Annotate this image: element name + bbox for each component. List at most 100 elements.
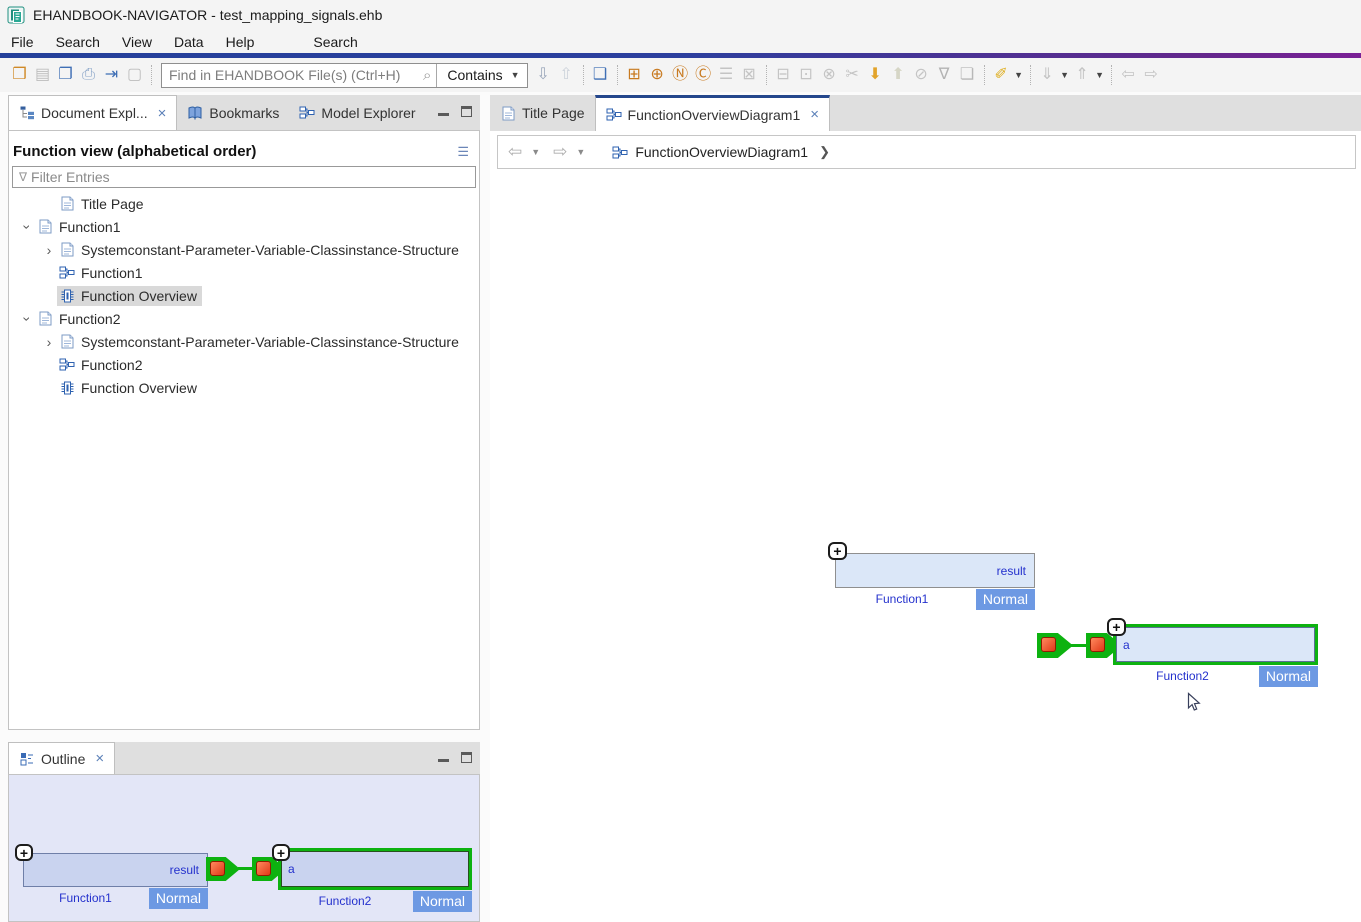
document-icon bbox=[59, 242, 75, 257]
export-diagram-icon[interactable]: ⊘ bbox=[910, 64, 933, 86]
tab-model-explorer[interactable]: Model Explorer bbox=[289, 95, 425, 130]
remove-diagram-icon[interactable]: ⊗ bbox=[818, 64, 841, 86]
menu-data[interactable]: Data bbox=[163, 32, 215, 52]
open-file-icon[interactable]: ❒ bbox=[8, 64, 31, 86]
outline-tab-strip: Outline × bbox=[8, 742, 480, 775]
properties-view-icon[interactable]: ❑ bbox=[589, 64, 612, 86]
function2-block-mini[interactable]: a bbox=[278, 848, 472, 890]
tab-bookmarks[interactable]: Bookmarks bbox=[177, 95, 289, 130]
chevron-down-icon[interactable] bbox=[19, 219, 35, 235]
maximize-icon[interactable] bbox=[461, 106, 472, 117]
view-menu-icon[interactable]: ☰ bbox=[457, 144, 469, 160]
expand-plus-button[interactable]: + bbox=[1107, 618, 1126, 636]
function1-block-mini[interactable]: result bbox=[23, 853, 208, 887]
port-label-a[interactable]: a bbox=[1123, 638, 1130, 652]
document-icon bbox=[37, 219, 53, 234]
open-handbook-icon[interactable]: ❐ bbox=[54, 64, 77, 86]
chevron-down-icon[interactable]: ▼ bbox=[1013, 70, 1025, 80]
filter-input[interactable] bbox=[31, 169, 475, 185]
tree-item-function1[interactable]: Function1 bbox=[9, 215, 479, 238]
upload-data-icon[interactable]: ⬆ bbox=[887, 64, 910, 86]
search-next-icon[interactable]: ⇩ bbox=[532, 64, 555, 86]
book-icon bbox=[187, 106, 203, 120]
port-marker[interactable] bbox=[1090, 637, 1105, 652]
chevron-right-icon[interactable]: ❯ bbox=[819, 144, 830, 160]
minimize-icon[interactable] bbox=[438, 754, 449, 762]
menu-search-secondary[interactable]: Search bbox=[302, 32, 368, 52]
output-port-connector[interactable] bbox=[1037, 633, 1073, 658]
add-folder-icon[interactable]: ⊕ bbox=[646, 64, 669, 86]
port-label-result[interactable]: result bbox=[997, 564, 1026, 578]
tree-item-structure1[interactable]: Systemconstant-Parameter-Variable-Classi… bbox=[9, 238, 479, 261]
diagram-icon bbox=[612, 146, 628, 159]
tree-item-function2-diagram[interactable]: Function2 bbox=[9, 353, 479, 376]
menu-search[interactable]: Search bbox=[45, 32, 111, 52]
output-port-connector[interactable] bbox=[206, 857, 240, 881]
tab-outline[interactable]: Outline × bbox=[8, 742, 115, 774]
chevron-down-icon[interactable]: ▼ bbox=[576, 147, 585, 157]
search-input[interactable] bbox=[162, 65, 418, 86]
menu-help[interactable]: Help bbox=[215, 32, 266, 52]
breadcrumb-item[interactable]: FunctionOverviewDiagram1 bbox=[635, 144, 808, 160]
function2-block[interactable]: a bbox=[1113, 624, 1318, 665]
close-icon[interactable]: × bbox=[158, 105, 167, 122]
chevron-right-icon[interactable] bbox=[41, 334, 57, 350]
back-icon[interactable]: ⇦ bbox=[1117, 64, 1140, 86]
port-marker[interactable] bbox=[1041, 637, 1056, 652]
chevron-right-icon[interactable] bbox=[41, 242, 57, 258]
close-icon[interactable]: × bbox=[810, 106, 819, 123]
outline-content[interactable]: result + Function1 Normal a + Function2 … bbox=[8, 775, 480, 922]
tab-label: Title Page bbox=[522, 105, 585, 121]
prev-annotation-icon[interactable]: ⇑ bbox=[1071, 64, 1094, 86]
tree-item-function-overview-1[interactable]: Function Overview bbox=[9, 284, 479, 307]
maximize-icon[interactable] bbox=[461, 752, 472, 763]
duplicate-window-icon[interactable]: ❏ bbox=[956, 64, 979, 86]
tree-item-function-overview-2[interactable]: Function Overview bbox=[9, 376, 479, 399]
clear-table-icon[interactable]: ⊠ bbox=[738, 64, 761, 86]
search-mode-dropdown[interactable]: Contains ▼ bbox=[437, 67, 526, 83]
filter-icon[interactable]: ∇ bbox=[933, 64, 956, 86]
export-icon[interactable]: ⇥ bbox=[100, 64, 123, 86]
function1-block[interactable]: result bbox=[835, 553, 1035, 588]
new-comment-icon[interactable]: Ⓒ bbox=[692, 64, 715, 86]
expand-plus-button[interactable]: + bbox=[15, 844, 33, 861]
import-data-icon[interactable]: ⬇ bbox=[864, 64, 887, 86]
back-icon[interactable]: ⇦ bbox=[508, 142, 522, 162]
chevron-down-icon[interactable]: ▼ bbox=[1094, 70, 1106, 80]
search-icon: ⌕ bbox=[418, 67, 436, 84]
diagram-icon bbox=[299, 106, 315, 119]
expand-plus-button[interactable]: + bbox=[828, 542, 847, 560]
forward-icon[interactable]: ⇨ bbox=[553, 142, 567, 162]
toolbar-separator bbox=[583, 65, 584, 85]
print-icon[interactable]: ⎙ bbox=[77, 64, 100, 86]
tree-item-structure2[interactable]: Systemconstant-Parameter-Variable-Classi… bbox=[9, 330, 479, 353]
minimize-icon[interactable] bbox=[438, 108, 449, 116]
diagram-canvas[interactable]: result + Function1 Normal a + Function2 bbox=[491, 170, 1360, 921]
chevron-down-icon[interactable]: ▼ bbox=[1059, 70, 1071, 80]
save-icon[interactable]: ▤ bbox=[31, 64, 54, 86]
next-annotation-icon[interactable]: ⇓ bbox=[1036, 64, 1059, 86]
menu-view[interactable]: View bbox=[111, 32, 163, 52]
expand-plus-button[interactable]: + bbox=[272, 844, 290, 861]
close-icon[interactable]: × bbox=[95, 750, 104, 767]
chevron-down-icon[interactable]: ▼ bbox=[531, 147, 540, 157]
list-view-icon[interactable]: ☰ bbox=[715, 64, 738, 86]
new-note-icon[interactable]: Ⓝ bbox=[669, 64, 692, 86]
annotate-diagram-icon[interactable]: ⊡ bbox=[795, 64, 818, 86]
tree-item-title-page[interactable]: Title Page bbox=[9, 192, 479, 215]
tab-document-explorer[interactable]: Document Expl... × bbox=[8, 95, 177, 130]
forward-icon[interactable]: ⇨ bbox=[1140, 64, 1163, 86]
tab-function-overview-diagram1[interactable]: FunctionOverviewDiagram1 × bbox=[595, 95, 831, 131]
search-prev-icon[interactable]: ⇧ bbox=[555, 64, 578, 86]
tab-title-page[interactable]: Title Page bbox=[490, 95, 595, 131]
highlighter-icon[interactable]: ✐ bbox=[990, 64, 1013, 86]
pdf-export-icon[interactable]: ▢ bbox=[123, 64, 146, 86]
collapse-diagram-icon[interactable]: ⊟ bbox=[772, 64, 795, 86]
tree-item-function1-diagram[interactable]: Function1 bbox=[9, 261, 479, 284]
cut-icon[interactable]: ✂ bbox=[841, 64, 864, 86]
explorer-tab-strip: Document Expl... × Bookmarks Model Explo… bbox=[8, 95, 480, 131]
menu-file[interactable]: File bbox=[0, 32, 45, 52]
chevron-down-icon[interactable] bbox=[19, 311, 35, 327]
add-function-icon[interactable]: ⊞ bbox=[623, 64, 646, 86]
tree-item-function2[interactable]: Function2 bbox=[9, 307, 479, 330]
